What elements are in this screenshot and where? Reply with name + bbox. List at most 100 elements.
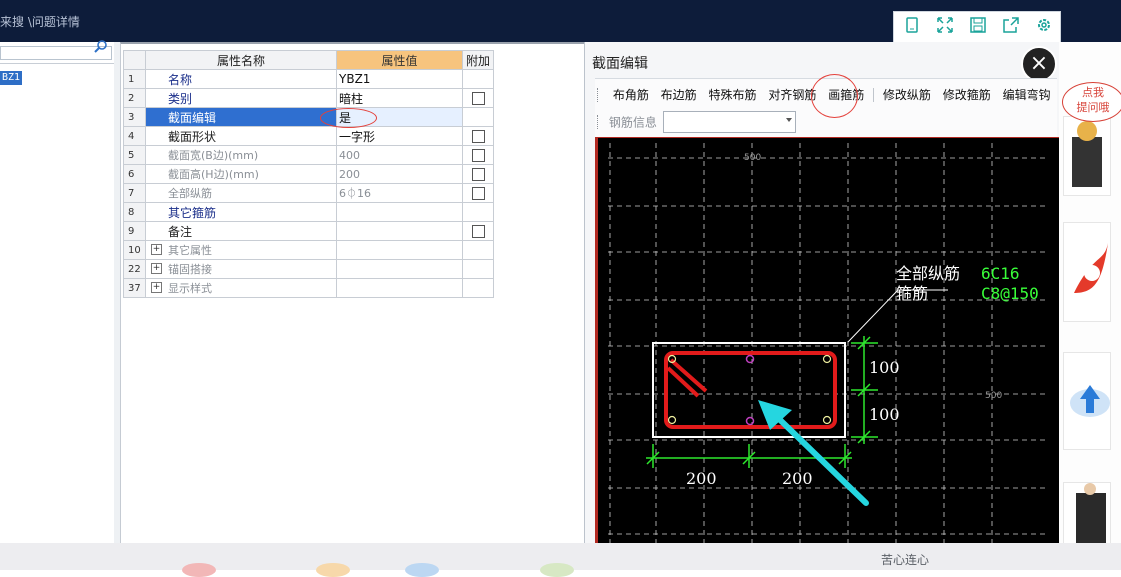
property-name[interactable]: + 显示样式 xyxy=(145,278,337,298)
property-value[interactable]: 200 xyxy=(336,164,463,184)
extra-checkbox[interactable] xyxy=(471,130,485,143)
property-name[interactable]: 截面宽(B边)(mm) xyxy=(145,145,337,165)
row-number: 22 xyxy=(123,259,146,279)
tree-item-selected[interactable]: BZ1 xyxy=(0,71,23,85)
extra-cell[interactable] xyxy=(462,221,494,241)
save-icon[interactable] xyxy=(967,17,989,37)
grid-row[interactable]: 7 全部纵筋 6⏀16 xyxy=(123,183,494,203)
property-value[interactable]: YBZ1 xyxy=(336,69,463,89)
expand-icon[interactable]: + xyxy=(151,282,162,293)
window-toolbar xyxy=(893,11,1061,43)
extra-checkbox[interactable] xyxy=(471,92,485,105)
extra-cell[interactable] xyxy=(462,164,494,184)
toolbar-grip[interactable] xyxy=(597,88,601,102)
toolbar-separator xyxy=(873,88,875,102)
property-value[interactable]: 400 xyxy=(336,145,463,165)
breadcrumb[interactable]: 来搜 \问题详情 xyxy=(0,13,80,30)
property-value[interactable]: 暗柱 xyxy=(336,88,463,108)
help-bubble-text: 点我 提问哦 xyxy=(1076,86,1110,114)
row-number: 10 xyxy=(123,240,146,260)
section-drawing: 500 500 全部纵筋 箍筋 6C16 C8@150 100 100 200 … xyxy=(608,143,1048,544)
property-value[interactable]: 一字形 xyxy=(336,126,463,146)
grid-row[interactable]: 3 截面编辑是 xyxy=(123,107,494,127)
header-property-value[interactable]: 属性值 xyxy=(336,50,463,70)
extra-checkbox[interactable] xyxy=(471,225,485,238)
grid-row[interactable]: 10 + 其它属性 xyxy=(123,240,494,260)
extra-cell[interactable] xyxy=(462,88,494,108)
property-name[interactable]: 备注 xyxy=(145,221,337,241)
grid-row[interactable]: 6 截面高(H边)(mm) 200 xyxy=(123,164,494,184)
extra-cell[interactable] xyxy=(462,183,494,203)
property-name-text: 截面高(H边)(mm) xyxy=(168,168,259,181)
tab-modify-stirrup[interactable]: 修改箍筋 xyxy=(939,83,995,107)
tab-corner-rebar[interactable]: 布角筋 xyxy=(609,83,653,107)
property-value[interactable] xyxy=(336,278,463,298)
decor-dot xyxy=(316,563,350,577)
property-name-text: 名称 xyxy=(168,72,193,87)
grid-row[interactable]: 37 + 显示样式 xyxy=(123,278,494,298)
property-name-text: 显示样式 xyxy=(168,282,212,295)
ad-card[interactable] xyxy=(1063,116,1111,196)
extra-cell xyxy=(462,259,494,279)
grid-row[interactable]: 9 备注 xyxy=(123,221,494,241)
property-name[interactable]: 截面高(H边)(mm) xyxy=(145,164,337,184)
header-extra[interactable]: 附加 xyxy=(462,50,494,70)
property-name[interactable]: 截面形状 xyxy=(145,126,337,146)
ad-card[interactable] xyxy=(1063,482,1111,545)
property-name[interactable]: 类别 xyxy=(145,88,337,108)
property-value[interactable]: 6⏀16 xyxy=(336,183,463,203)
ad-card[interactable] xyxy=(1063,352,1111,450)
share-icon[interactable] xyxy=(1000,17,1022,37)
extra-cell[interactable] xyxy=(462,126,494,146)
tab-special-rebar[interactable]: 特殊布筋 xyxy=(705,83,761,107)
property-name[interactable]: 截面编辑 xyxy=(145,107,337,127)
property-name[interactable]: 名称 xyxy=(145,69,337,89)
extra-checkbox[interactable] xyxy=(471,149,485,162)
search-icon[interactable] xyxy=(92,39,110,55)
property-name-text: 锚固搭接 xyxy=(168,263,212,276)
extra-checkbox[interactable] xyxy=(471,187,485,200)
tab-edge-rebar[interactable]: 布边筋 xyxy=(657,83,701,107)
component-tree-panel: BZ1 xyxy=(0,39,116,543)
extra-cell[interactable] xyxy=(462,145,494,165)
tab-edit-hook[interactable]: 编辑弯钩 xyxy=(999,83,1055,107)
property-name[interactable]: + 锚固搭接 xyxy=(145,259,337,279)
property-value[interactable] xyxy=(336,221,463,241)
grid-row[interactable]: 4 截面形状 一字形 xyxy=(123,126,494,146)
corner-rebar xyxy=(667,415,677,425)
header-property-name[interactable]: 属性名称 xyxy=(145,50,337,70)
expand-icon[interactable] xyxy=(934,17,956,37)
property-name[interactable]: + 其它属性 xyxy=(145,240,337,260)
grid-row[interactable]: 22 + 锚固搭接 xyxy=(123,259,494,279)
section-drawing-canvas[interactable]: 500 500 全部纵筋 箍筋 6C16 C8@150 100 100 200 … xyxy=(595,137,1061,544)
property-name-text: 类别 xyxy=(168,91,193,106)
grid-row[interactable]: 1 名称 YBZ1 xyxy=(123,69,494,89)
property-value[interactable] xyxy=(336,202,463,222)
property-name[interactable]: 全部纵筋 xyxy=(145,183,337,203)
grid-row[interactable]: 8 其它箍筋 xyxy=(123,202,494,222)
decor-dot xyxy=(405,563,439,577)
close-icon[interactable]: × xyxy=(1021,46,1057,82)
corner-rebar xyxy=(822,415,832,425)
settings-icon[interactable] xyxy=(1033,17,1055,37)
bottom-text: 苦心连心 xyxy=(881,553,930,567)
extra-cell xyxy=(462,278,494,298)
property-name[interactable]: 其它箍筋 xyxy=(145,202,337,222)
corner-rebar xyxy=(822,354,832,364)
chevron-down-icon[interactable] xyxy=(785,118,792,122)
tab-modify-long-rebar[interactable]: 修改纵筋 xyxy=(879,83,935,107)
extra-checkbox[interactable] xyxy=(471,168,485,181)
expand-icon[interactable]: + xyxy=(151,263,162,274)
tablet-icon[interactable] xyxy=(901,17,923,37)
property-value[interactable] xyxy=(336,240,463,260)
property-value[interactable] xyxy=(336,259,463,279)
toolbar-grip[interactable] xyxy=(597,115,601,129)
stirrup-label: 箍筋 xyxy=(896,284,928,303)
grid-row[interactable]: 5 截面宽(B边)(mm) 400 xyxy=(123,145,494,165)
ad-card[interactable] xyxy=(1063,222,1111,322)
help-bubble[interactable]: 点我 提问哦 xyxy=(1062,82,1121,122)
rebar-info-dropdown[interactable] xyxy=(662,111,796,133)
expand-icon[interactable]: + xyxy=(151,244,162,255)
corner-cell xyxy=(123,50,146,70)
grid-row[interactable]: 2 类别 暗柱 xyxy=(123,88,494,108)
